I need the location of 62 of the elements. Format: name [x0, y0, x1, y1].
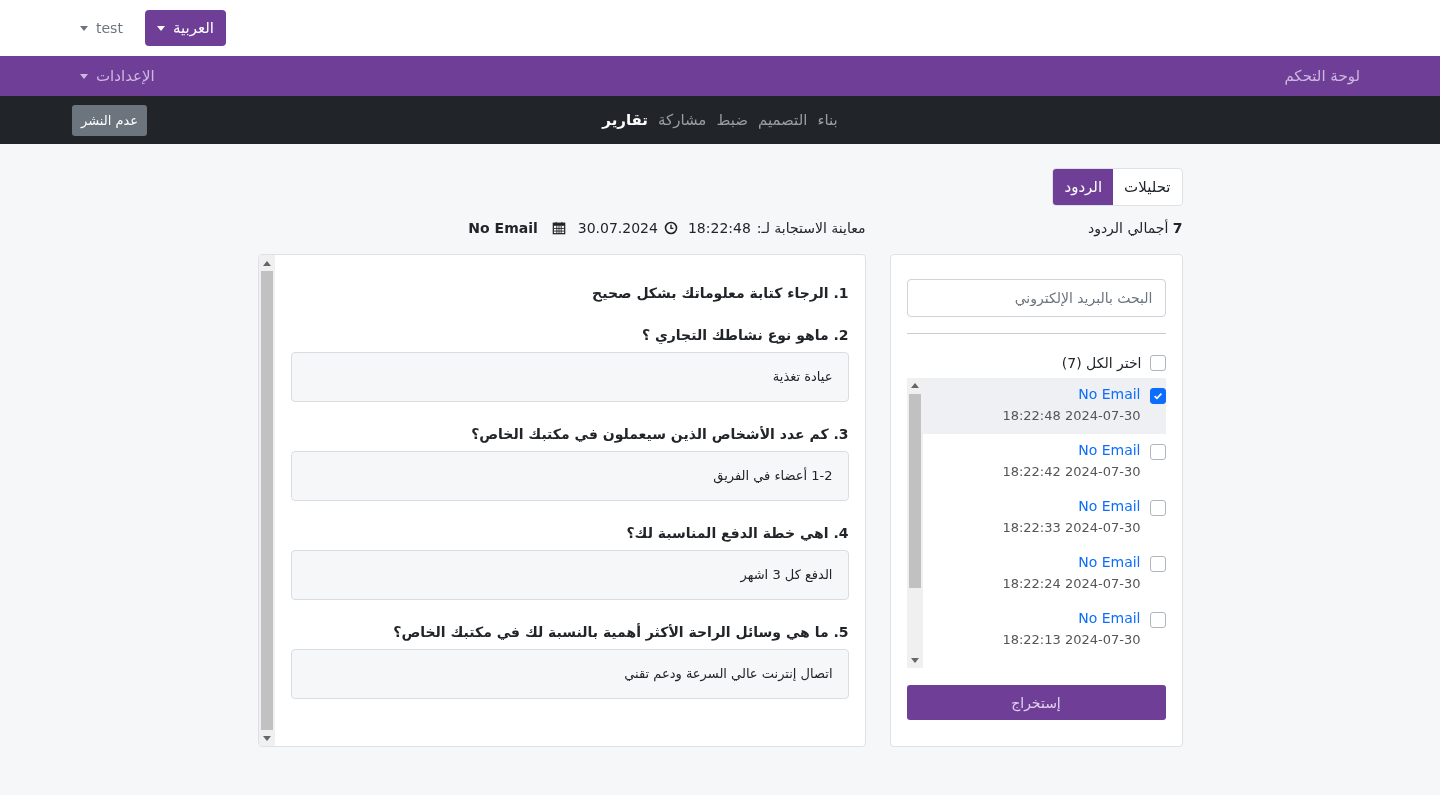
response-item[interactable]: No Email 2024-07-30 18:22:24	[922, 545, 1166, 602]
nav-tab[interactable]: ضبط	[716, 111, 748, 129]
settings-menu[interactable]: الإعدادات	[80, 67, 155, 85]
response-date: 2024-07-30 18:22:33	[1002, 519, 1141, 535]
question-text: 5. ما هي وسائل الراحة الأكثر أهمية بالنسبة لك في مكتبك الخاص؟	[392, 622, 849, 642]
user-menu[interactable]: test	[80, 20, 123, 36]
caret-icon	[80, 25, 88, 31]
respondent-email: No Email	[468, 220, 538, 236]
scrollbar[interactable]	[906, 377, 923, 669]
response-item[interactable]: No Email 2024-07-30 18:22:48	[922, 377, 1166, 434]
response-date: 2024-07-30 18:22:24	[1002, 575, 1141, 591]
checkbox[interactable]	[1149, 387, 1166, 404]
scrollbar[interactable]	[258, 255, 275, 746]
question-text: 1. الرجاء كتابة معلوماتك بشكل صحيح	[591, 284, 849, 303]
scroll-up-icon	[262, 260, 271, 266]
caret-icon	[156, 25, 165, 31]
nav-tab[interactable]: بناء	[817, 111, 838, 129]
question-text: 4. اهي خطة الدفع المناسبة لك؟	[625, 524, 849, 543]
checkbox[interactable]	[1149, 354, 1166, 371]
checkbox[interactable]	[1149, 611, 1166, 628]
search-field[interactable]: البحث بالبريد الإلكتروني	[906, 279, 1166, 317]
caret-icon	[80, 73, 88, 79]
scroll-down-icon	[262, 735, 271, 741]
response-item[interactable]: No Email 2024-07-30 18:22:33	[922, 489, 1166, 546]
view-tab[interactable]: تحليلات	[1113, 169, 1182, 205]
checkbox[interactable]	[1149, 555, 1166, 572]
question-text: 3. كم عدد الأشخاص الذين سيعملون في مكتبك الخاص؟	[470, 425, 849, 444]
email-link[interactable]: No Email	[1002, 553, 1141, 570]
response-item[interactable]: No Email 2024-07-30 18:22:13	[922, 601, 1166, 658]
scroll-down-icon	[910, 657, 919, 663]
response-date: 30.07.2024	[577, 220, 658, 236]
answer-box: اتصال إنترنت عالي السرعة ودعم تقني	[290, 649, 849, 699]
language-button[interactable]: العربية	[144, 10, 226, 46]
export-button[interactable]: إستخراج	[906, 685, 1166, 720]
scroll-up-icon	[910, 383, 919, 389]
select-all-label[interactable]: اختر الكل (7)	[1061, 354, 1142, 371]
response-date: 2024-07-30 18:22:13	[1002, 631, 1141, 647]
response-date: 2024-07-30 18:22:42	[1002, 463, 1141, 479]
preview-label: معاينة الاستجابة لـ:	[756, 220, 866, 236]
scrollbar-thumb[interactable]	[908, 393, 921, 588]
answer-box: 1-2 أعضاء في الفريق	[290, 451, 849, 501]
answer-box: عيادة تغذية	[290, 352, 849, 402]
clock-icon	[663, 221, 678, 235]
nav-tab[interactable]: تقارير	[602, 111, 648, 129]
view-tab[interactable]: الردود	[1053, 169, 1114, 205]
question-text: 2. ماهو نوع نشاطك التجاري ؟	[640, 326, 849, 345]
answer-box: الدفع كل 3 اشهر	[290, 550, 849, 600]
email-link[interactable]: No Email	[1002, 385, 1141, 402]
email-link[interactable]: No Email	[1002, 497, 1141, 514]
email-link[interactable]: No Email	[1002, 441, 1141, 458]
checkbox[interactable]	[1149, 443, 1166, 460]
response-item[interactable]: No Email 2024-07-30 18:22:42	[922, 433, 1166, 490]
email-link[interactable]: No Email	[1002, 609, 1141, 626]
response-time: 18:22:48	[687, 220, 751, 236]
nav-tab[interactable]: التصميم	[757, 111, 808, 129]
scrollbar-thumb[interactable]	[260, 271, 273, 730]
unpublish-button[interactable]: عدم النشر	[72, 105, 148, 136]
calendar-icon	[551, 221, 566, 235]
checkbox[interactable]	[1149, 499, 1166, 516]
dashboard-link[interactable]: لوحة التحكم	[1284, 67, 1360, 85]
nav-tab[interactable]: مشاركة	[658, 111, 707, 129]
response-date: 2024-07-30 18:22:48	[1002, 407, 1141, 423]
